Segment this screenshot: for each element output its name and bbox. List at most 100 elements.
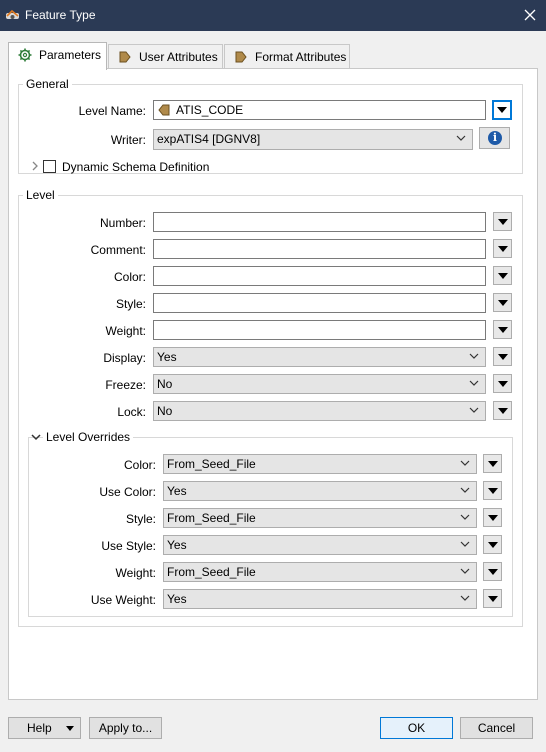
- chevron-down-icon: [456, 135, 466, 141]
- color-label: Color:: [113, 270, 146, 284]
- use-weight-select[interactable]: Yes: [163, 589, 477, 609]
- writer-info-button[interactable]: i: [479, 127, 510, 149]
- chevron-down-icon: [460, 595, 470, 601]
- number-menu-button[interactable]: [493, 212, 512, 231]
- writer-label: Writer:: [110, 133, 146, 147]
- caret-down-icon: [66, 726, 74, 731]
- cancel-label: Cancel: [477, 721, 516, 735]
- style-input[interactable]: [153, 293, 486, 313]
- help-button-label: Help: [27, 721, 52, 735]
- writer-select[interactable]: expATIS4 [DGNV8]: [153, 129, 473, 150]
- override-weight-value: From_Seed_File: [167, 565, 256, 579]
- writer-value: expATIS4 [DGNV8]: [157, 132, 261, 146]
- lock-label: Lock:: [117, 405, 146, 419]
- close-button[interactable]: [514, 0, 546, 31]
- feature-arrow-icon: [119, 51, 131, 63]
- lock-menu-button[interactable]: [493, 401, 512, 420]
- override-weight-label: Weight:: [115, 566, 156, 580]
- override-color-menu-button[interactable]: [483, 454, 502, 473]
- comment-label: Comment:: [90, 243, 146, 257]
- style-label: Style:: [115, 297, 146, 311]
- display-value: Yes: [157, 350, 177, 364]
- apply-to-label: Apply to...: [98, 721, 153, 735]
- level-name-input[interactable]: ATIS_CODE: [153, 100, 486, 120]
- display-menu-button[interactable]: [493, 347, 512, 366]
- override-style-label: Style:: [125, 512, 156, 526]
- chevron-down-icon: [469, 407, 479, 413]
- color-menu-button[interactable]: [493, 266, 512, 285]
- freeze-menu-button[interactable]: [493, 374, 512, 393]
- level-overrides-title: Level Overrides: [43, 430, 134, 444]
- use-color-label: Use Color:: [99, 485, 156, 499]
- tab-parameters-label: Parameters: [39, 48, 102, 62]
- use-color-value: Yes: [167, 484, 187, 498]
- tab-format-attributes[interactable]: Format Attributes: [224, 44, 350, 69]
- tab-format-attributes-label: Format Attributes: [255, 50, 347, 64]
- freeze-select[interactable]: No: [153, 374, 486, 394]
- dynamic-schema-checkbox[interactable]: [43, 160, 56, 173]
- title-bar: Feature Type: [0, 0, 546, 31]
- ok-label: OK: [407, 721, 426, 735]
- chevron-down-icon: [460, 568, 470, 574]
- weight-input[interactable]: [153, 320, 486, 340]
- chevron-down-icon: [460, 487, 470, 493]
- override-color-select[interactable]: From_Seed_File: [163, 454, 477, 474]
- level-name-menu-button[interactable]: [492, 100, 512, 120]
- display-select[interactable]: Yes: [153, 347, 486, 367]
- number-label: Number:: [99, 216, 146, 230]
- chevron-down-icon: [469, 380, 479, 386]
- weight-label: Weight:: [105, 324, 146, 338]
- weight-menu-button[interactable]: [493, 320, 512, 339]
- use-style-value: Yes: [167, 538, 187, 552]
- level-name-label: Level Name:: [78, 104, 146, 118]
- override-style-value: From_Seed_File: [167, 511, 256, 525]
- freeze-label: Freeze:: [105, 378, 146, 392]
- number-input[interactable]: [153, 212, 486, 232]
- lock-select[interactable]: No: [153, 401, 486, 421]
- use-style-select[interactable]: Yes: [163, 535, 477, 555]
- parameters-panel: General Level Name: ATIS_CODE Writer: ex…: [8, 68, 538, 700]
- apply-to-button[interactable]: Apply to...: [89, 717, 162, 739]
- chevron-right-icon[interactable]: [30, 161, 40, 171]
- help-button[interactable]: Help: [8, 717, 81, 739]
- display-label: Display:: [103, 351, 146, 365]
- dynamic-schema-label: Dynamic Schema Definition: [62, 160, 210, 174]
- tab-parameters[interactable]: Parameters: [8, 42, 107, 70]
- comment-menu-button[interactable]: [493, 239, 512, 258]
- style-menu-button[interactable]: [493, 293, 512, 312]
- chevron-down-icon[interactable]: [31, 432, 41, 442]
- window-title: Feature Type: [25, 8, 96, 22]
- override-style-select[interactable]: From_Seed_File: [163, 508, 477, 528]
- general-group-title: General: [23, 77, 72, 91]
- tab-user-attributes-label: User Attributes: [139, 50, 218, 64]
- chevron-down-icon: [460, 541, 470, 547]
- cancel-button[interactable]: Cancel: [460, 717, 533, 739]
- feature-type-icon: [158, 104, 170, 116]
- close-icon: [524, 9, 536, 21]
- chevron-down-icon: [460, 514, 470, 520]
- fme-app-icon: [6, 9, 19, 19]
- lock-value: No: [157, 404, 173, 418]
- level-group-title: Level: [23, 188, 58, 202]
- chevron-down-icon: [460, 460, 470, 466]
- use-weight-menu-button[interactable]: [483, 589, 502, 608]
- use-color-menu-button[interactable]: [483, 481, 502, 500]
- color-input[interactable]: [153, 266, 486, 286]
- override-style-menu-button[interactable]: [483, 508, 502, 527]
- comment-input[interactable]: [153, 239, 486, 259]
- tab-user-attributes[interactable]: User Attributes: [108, 44, 223, 69]
- use-weight-label: Use Weight:: [90, 593, 156, 607]
- gear-icon: [18, 48, 32, 62]
- level-name-value: ATIS_CODE: [176, 103, 244, 117]
- feature-arrow-icon: [235, 51, 247, 63]
- override-weight-select[interactable]: From_Seed_File: [163, 562, 477, 582]
- override-color-label: Color:: [123, 458, 156, 472]
- use-color-select[interactable]: Yes: [163, 481, 477, 501]
- ok-button[interactable]: OK: [380, 717, 453, 739]
- freeze-value: No: [157, 377, 173, 391]
- use-style-label: Use Style:: [101, 539, 156, 553]
- use-style-menu-button[interactable]: [483, 535, 502, 554]
- override-weight-menu-button[interactable]: [483, 562, 502, 581]
- info-icon: i: [488, 131, 502, 145]
- chevron-down-icon: [469, 353, 479, 359]
